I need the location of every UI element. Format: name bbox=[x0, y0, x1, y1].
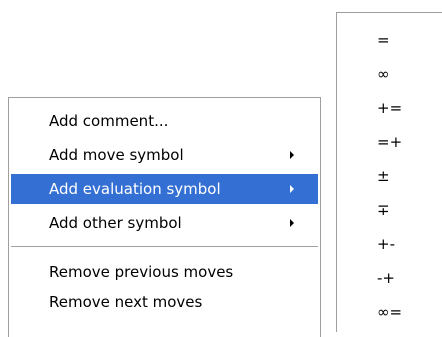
menu-item-remove-previous-moves[interactable]: Remove previous moves bbox=[11, 257, 318, 287]
symbol-item-unclear[interactable]: ∞ bbox=[337, 58, 442, 88]
submenu-arrow-icon bbox=[290, 219, 294, 227]
symbol-item-black-decisive[interactable]: -+ bbox=[337, 262, 442, 292]
menu-item-add-evaluation-symbol[interactable]: Add evaluation symbol bbox=[11, 174, 318, 204]
evaluation-symbol-submenu: = ∞ += =+ ± ∓ +- -+ ∞= bbox=[336, 12, 442, 332]
context-menu: Add comment... Add move symbol Add evalu… bbox=[8, 97, 321, 337]
symbol-label: ∓ bbox=[377, 201, 390, 219]
symbol-item-equal[interactable]: = bbox=[337, 24, 442, 54]
symbol-label: =+ bbox=[377, 133, 403, 151]
submenu-arrow-icon bbox=[290, 185, 294, 193]
menu-item-label: Add comment... bbox=[49, 112, 169, 130]
symbol-label: ∞= bbox=[377, 303, 403, 321]
symbol-label: += bbox=[377, 99, 403, 117]
submenu-arrow-icon bbox=[290, 151, 294, 159]
symbol-item-white-slight-advantage[interactable]: += bbox=[337, 92, 442, 122]
menu-item-label: Add move symbol bbox=[49, 146, 184, 164]
symbol-label: ± bbox=[377, 167, 390, 185]
symbol-item-white-decisive[interactable]: +- bbox=[337, 228, 442, 258]
symbol-item-black-advantage[interactable]: ∓ bbox=[337, 194, 442, 224]
menu-item-label: Remove next moves bbox=[49, 293, 203, 311]
menu-item-label: Add other symbol bbox=[49, 214, 182, 232]
symbol-label: = bbox=[377, 31, 390, 49]
menu-separator bbox=[11, 246, 318, 247]
menu-item-remove-next-moves[interactable]: Remove next moves bbox=[11, 287, 318, 317]
menu-item-add-comment[interactable]: Add comment... bbox=[11, 106, 318, 136]
symbol-item-white-advantage[interactable]: ± bbox=[337, 160, 442, 190]
menu-item-add-move-symbol[interactable]: Add move symbol bbox=[11, 140, 318, 170]
symbol-label: -+ bbox=[377, 269, 395, 287]
symbol-label: ∞ bbox=[377, 65, 390, 83]
menu-item-label: Add evaluation symbol bbox=[49, 180, 221, 198]
menu-item-label: Remove previous moves bbox=[49, 263, 234, 281]
symbol-label: +- bbox=[377, 235, 395, 253]
symbol-item-black-slight-advantage[interactable]: =+ bbox=[337, 126, 442, 156]
menu-item-add-other-symbol[interactable]: Add other symbol bbox=[11, 208, 318, 238]
